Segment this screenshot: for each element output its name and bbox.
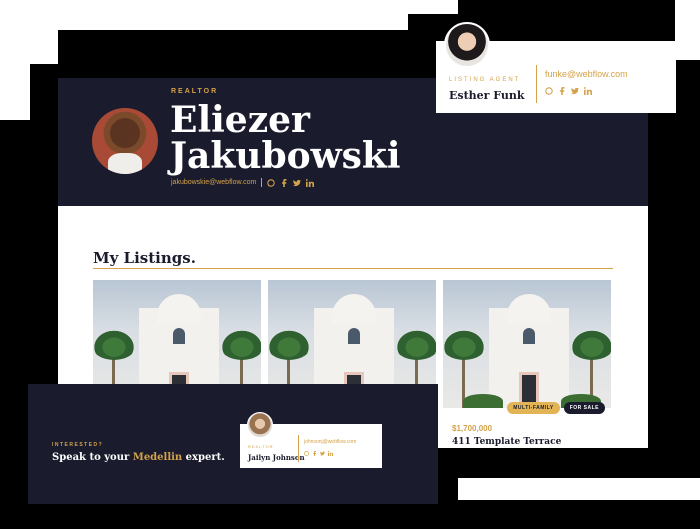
avatar [444,22,490,68]
listing-photo [443,280,611,408]
whatsapp-icon[interactable] [267,178,276,187]
divider [298,435,299,462]
backdrop-block [0,0,408,30]
backdrop-block [408,0,458,14]
email-link[interactable]: funke@webflow.com [545,69,628,79]
facebook-icon[interactable] [558,87,566,95]
backdrop-block [0,500,700,529]
hero-eyebrow: REALTOR [171,88,219,95]
mini-agent-name: Jailyn Johnson [248,453,305,462]
social-links [304,451,333,456]
agent-name: Esther Funk [449,89,525,102]
listing-agent-card: LISTING AGENT Esther Funk funke@webflow.… [436,22,676,113]
linkedin-icon[interactable] [306,178,315,187]
facebook-icon[interactable] [312,451,317,456]
listings-heading: My Listings. [93,249,196,267]
email-link[interactable]: johnsonj@webflow.com [304,439,356,445]
hero-contact: jakubowskie@webflow.com [171,178,315,187]
avatar [247,412,273,438]
facebook-icon[interactable] [280,178,288,187]
mini-eyebrow: REALTOR [248,444,274,449]
avatar [92,108,158,174]
whatsapp-icon[interactable] [304,451,309,456]
twitter-icon[interactable] [571,87,579,95]
contact-cta-banner: INTERESTED? Speak to your Medellin exper… [28,384,438,504]
backdrop-block [675,0,700,60]
listing-address[interactable]: 411 Template Terrace [452,437,561,447]
property-type-badge: MULTI-FAMILY [507,402,560,414]
social-links [545,87,592,95]
cta-highlight: Medellin [132,452,183,463]
realtor-mini-card: REALTOR Jailyn Johnson johnsonj@webflow.… [240,412,382,468]
backdrop-block [0,0,30,120]
backdrop-block [458,478,700,500]
divider [536,65,537,103]
linkedin-icon[interactable] [328,451,333,456]
cta-eyebrow: INTERESTED? [52,442,104,448]
cta-text-before: Speak to your [52,452,133,463]
page-title: Eliezer Jakubowski [170,99,401,177]
listing-card[interactable]: MULTI-FAMILY FOR SALE $1,700,000 411 Tem… [443,280,611,448]
cta-text-after: expert. [182,452,225,463]
social-links [267,178,315,187]
whatsapp-icon[interactable] [545,87,553,95]
divider [93,268,613,269]
linkedin-icon[interactable] [584,87,592,95]
cta-heading: Speak to your Medellin expert. [52,452,225,463]
status-badge: FOR SALE [563,402,605,414]
email-link[interactable]: jakubowskie@webflow.com [171,179,256,186]
twitter-icon[interactable] [293,179,302,187]
divider [261,178,263,187]
listing-price: $1,700,000 [452,424,493,433]
listing-tags: MULTI-FAMILY FOR SALE [507,402,605,414]
agent-eyebrow: LISTING AGENT [449,77,521,83]
twitter-icon[interactable] [320,451,325,456]
